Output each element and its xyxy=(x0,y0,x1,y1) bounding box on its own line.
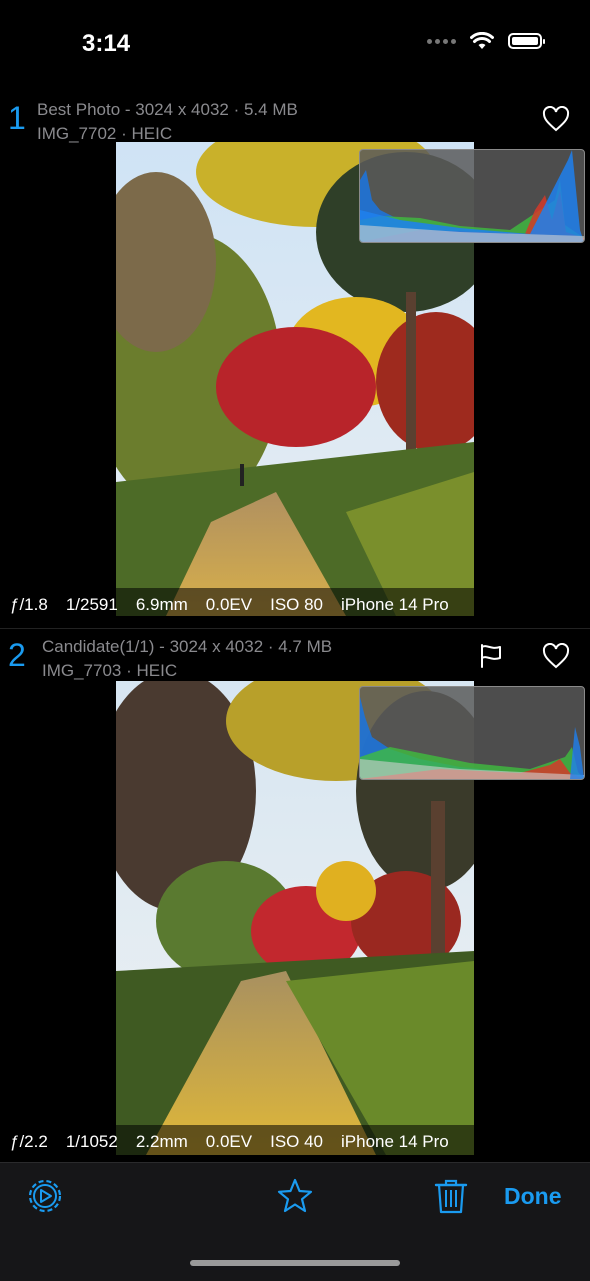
cellular-icon xyxy=(427,38,456,44)
photo-title: Best Photo - 3024 x 4032 · 5.4 MB xyxy=(37,100,298,119)
photo-index: 2 xyxy=(8,637,26,673)
star-icon[interactable] xyxy=(276,1177,314,1215)
exif-iso: ISO 80 xyxy=(270,595,324,614)
heart-icon[interactable] xyxy=(542,643,570,669)
exif-focal-length: 6.9mm xyxy=(135,595,188,614)
exif-iso: ISO 40 xyxy=(270,1132,324,1151)
exif-camera: iPhone 14 Pro xyxy=(341,1132,449,1151)
heart-icon[interactable] xyxy=(542,106,570,132)
photo-file-info: IMG_7703 · HEIC xyxy=(42,661,178,680)
status-time: 3:14 xyxy=(82,30,131,57)
exif-focal-length: 2.2mm xyxy=(135,1132,188,1151)
exif-bar: ƒ/2.2 1/1052 2.2mm 0.0EV ISO 40 iPhone 1… xyxy=(0,1125,474,1159)
exif-aperture: ƒ/1.8 xyxy=(10,595,48,614)
settings-icon[interactable] xyxy=(26,1177,64,1215)
trash-icon[interactable] xyxy=(433,1177,469,1215)
exif-exposure: 0.0EV xyxy=(205,595,253,614)
exif-exposure: 0.0EV xyxy=(205,1132,253,1151)
status-icons xyxy=(427,32,545,50)
exif-bar: ƒ/1.8 1/2591 6.9mm 0.0EV ISO 80 iPhone 1… xyxy=(0,588,474,622)
wifi-icon xyxy=(470,32,494,49)
exif-aperture: ƒ/2.2 xyxy=(10,1132,48,1151)
photo-file-info: IMG_7702 · HEIC xyxy=(37,124,173,143)
battery-icon xyxy=(508,33,545,49)
photo-title: Candidate(1/1) - 3024 x 4032 · 4.7 MB xyxy=(42,637,333,656)
exif-camera: iPhone 14 Pro xyxy=(341,595,449,614)
histogram xyxy=(359,686,585,780)
status-bar: 3:14 xyxy=(0,0,590,90)
exif-shutter: 1/2591 xyxy=(65,595,118,614)
done-button[interactable]: Done xyxy=(504,1183,562,1210)
histogram xyxy=(359,149,585,243)
exif-shutter: 1/1052 xyxy=(65,1132,118,1151)
flag-icon[interactable] xyxy=(478,643,504,669)
home-indicator[interactable] xyxy=(190,1260,400,1266)
photo-index: 1 xyxy=(8,100,26,136)
photo-card-best[interactable]: 1 Best Photo - 3024 x 4032 · 5.4 MB IMG_… xyxy=(0,92,590,624)
photo-card-candidate[interactable]: 2 Candidate(1/1) - 3024 x 4032 · 4.7 MB … xyxy=(0,628,590,1161)
